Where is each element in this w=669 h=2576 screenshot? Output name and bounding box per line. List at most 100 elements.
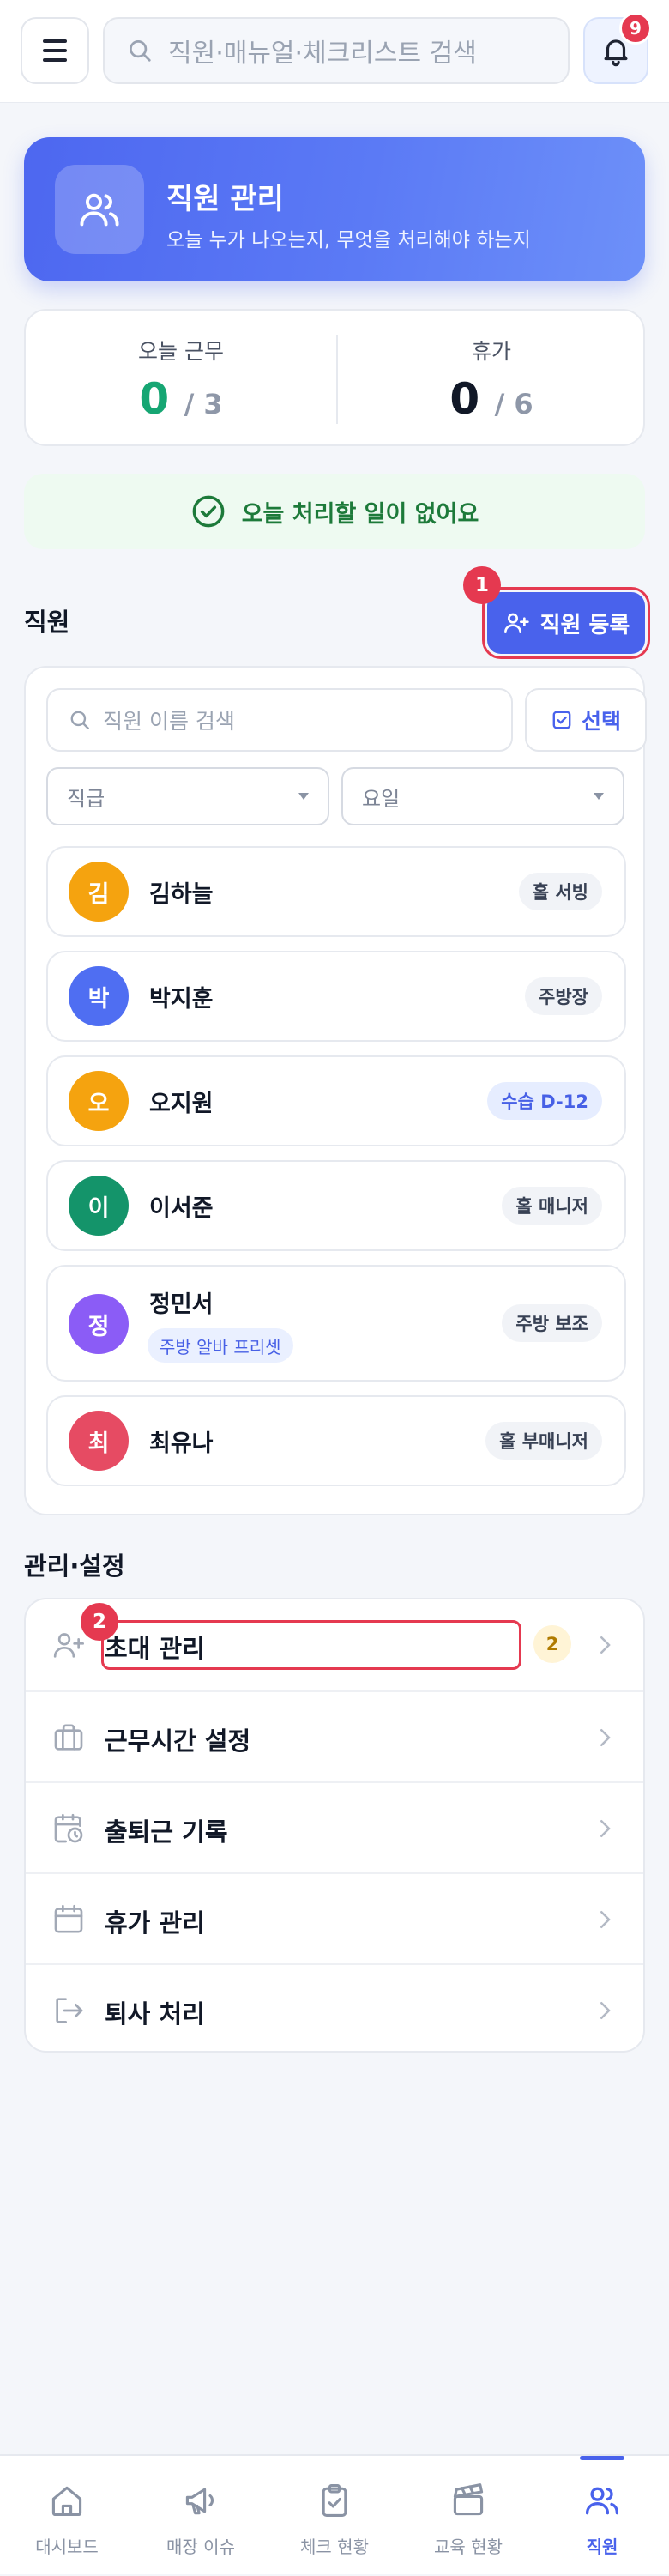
preset-tag: 주방 알바 프리셋 <box>148 1328 293 1363</box>
check-circle-icon <box>192 495 225 528</box>
employee-name: 최유나 <box>149 1430 214 1457</box>
nav-check-status[interactable]: 체크 현황 <box>268 2456 401 2576</box>
menu-label: 휴가 관리 <box>105 1908 205 1938</box>
invite-count-badge: 2 <box>533 1625 571 1663</box>
probation-badge: 수습 D-12 <box>487 1082 602 1120</box>
employee-name: 오지원 <box>149 1091 214 1117</box>
employee-row[interactable]: 김 김하늘 홀 서빙 <box>46 846 626 937</box>
role-badge: 주방 보조 <box>502 1304 602 1342</box>
caret-down-icon <box>298 793 309 800</box>
nav-store-issues[interactable]: 매장 이슈 <box>134 2456 268 2576</box>
megaphone-icon <box>185 2488 214 2515</box>
chevron-right-icon <box>600 1729 611 1746</box>
avatar: 정 <box>69 1294 129 1354</box>
user-plus-icon <box>53 1633 84 1658</box>
day-filter-select[interactable]: 요일 <box>341 767 624 825</box>
clapperboard-icon <box>453 2483 484 2516</box>
notification-badge: 9 <box>619 12 652 45</box>
step-marker-1: 1 <box>463 566 501 604</box>
stat-label: 휴가 <box>471 339 511 364</box>
menu-label: 퇴사 처리 <box>105 1999 205 2029</box>
search-icon <box>130 40 151 62</box>
stat-label: 오늘 근무 <box>138 339 224 364</box>
avatar: 박 <box>69 966 129 1026</box>
role-badge: 홀 서빙 <box>518 873 602 910</box>
staff-list-card: 직원 이름 검색 선택 직급 요일 김 김하늘 홀 서빙 박 박지훈 주방장 오… <box>24 666 647 1515</box>
clipboard-check-icon <box>322 2484 347 2517</box>
select-button[interactable]: 선택 <box>525 688 647 752</box>
role-badge: 주방장 <box>525 977 602 1015</box>
notice-text: 오늘 처리할 일이 없어요 <box>241 500 479 528</box>
role-badge: 홀 부매니저 <box>485 1422 602 1460</box>
add-staff-button[interactable]: 직원 등록 <box>482 587 650 659</box>
chevron-right-icon <box>600 1911 611 1928</box>
caret-down-icon <box>594 793 604 800</box>
employee-name: 박지훈 <box>149 986 214 1013</box>
users-icon <box>585 2487 619 2515</box>
work-hours-settings-item[interactable]: 근무시간 설정 <box>26 1690 643 1781</box>
select-label: 선택 <box>581 709 621 734</box>
employee-name: 이서준 <box>149 1195 214 1222</box>
menu-label: 근무시간 설정 <box>105 1726 251 1756</box>
stat-value: 0 <box>139 374 170 424</box>
employee-row[interactable]: 최 최유나 홀 부매니저 <box>46 1395 626 1486</box>
stat-total: / 6 <box>494 388 533 420</box>
nav-label: 교육 현황 <box>434 2537 503 2557</box>
employee-row[interactable]: 정 정민서 주방 알바 프리셋 주방 보조 <box>46 1265 626 1382</box>
employee-name: 정민서 <box>149 1291 214 1318</box>
employee-row[interactable]: 이 이서준 홀 매니저 <box>46 1160 626 1251</box>
menu-icon <box>43 39 67 43</box>
users-icon <box>55 165 144 254</box>
resignation-item[interactable]: 퇴사 처리 <box>26 1963 643 2051</box>
calendar-icon <box>54 1904 83 1933</box>
employee-row[interactable]: 오 오지원 수습 D-12 <box>46 1055 626 1146</box>
staff-search-placeholder: 직원 이름 검색 <box>103 709 235 734</box>
stat-leave: 휴가 0 / 6 <box>336 311 647 448</box>
attendance-records-item[interactable]: 출퇴근 기록 <box>26 1781 643 1872</box>
menu-label: 출퇴근 기록 <box>105 1817 228 1847</box>
page-subtitle: 오늘 누가 나오는지, 무엇을 처리해야 하는지 <box>166 229 531 251</box>
staff-section-title: 직원 <box>24 608 70 637</box>
avatar: 최 <box>69 1411 129 1471</box>
home-icon <box>51 2486 82 2517</box>
filter-label: 직급 <box>67 786 105 811</box>
briefcase-icon <box>54 1724 83 1751</box>
bottom-navigation: 대시보드 매장 이슈 체크 현황 교육 현황 직원 <box>0 2454 669 2574</box>
filter-label: 요일 <box>362 786 401 811</box>
user-plus-icon <box>503 613 529 633</box>
avatar: 김 <box>69 862 129 922</box>
nav-dashboard[interactable]: 대시보드 <box>0 2456 134 2576</box>
rank-filter-select[interactable]: 직급 <box>46 767 329 825</box>
employee-name: 김하늘 <box>149 881 214 908</box>
menu-label: 초대 관리 <box>105 1634 205 1663</box>
nav-staff[interactable]: 직원 <box>535 2456 669 2576</box>
global-search-placeholder: 직원·매뉴얼·체크리스트 검색 <box>168 39 477 69</box>
employee-row[interactable]: 박 박지훈 주방장 <box>46 951 626 1042</box>
calendar-clock-icon <box>54 1813 83 1843</box>
nav-label: 대시보드 <box>35 2537 99 2557</box>
empty-tasks-notice: 오늘 처리할 일이 없어요 <box>24 474 645 549</box>
nav-label: 직원 <box>586 2537 618 2557</box>
nav-label: 체크 현황 <box>300 2537 369 2557</box>
hero-banner: 직원 관리 오늘 누가 나오는지, 무엇을 처리해야 하는지 <box>24 137 645 281</box>
manage-section-title: 관리·설정 <box>24 1551 125 1581</box>
leave-management-item[interactable]: 휴가 관리 <box>26 1872 643 1963</box>
step-marker-2: 2 <box>81 1603 118 1641</box>
chevron-right-icon <box>600 1636 611 1654</box>
role-badge: 홀 매니저 <box>502 1187 602 1225</box>
stat-total: / 3 <box>184 388 223 420</box>
page-title: 직원 관리 <box>166 182 284 216</box>
manage-settings-card: 초대 관리 2 근무시간 설정 출퇴근 기록 휴가 관리 퇴사 처리 <box>24 1598 645 2053</box>
invite-management-item[interactable]: 초대 관리 2 <box>26 1599 643 1690</box>
add-staff-label: 직원 등록 <box>539 612 630 638</box>
avatar: 이 <box>69 1176 129 1236</box>
staff-name-search-input[interactable]: 직원 이름 검색 <box>46 688 513 752</box>
top-bar: 직원·매뉴얼·체크리스트 검색 9 <box>0 0 669 103</box>
stat-today-work: 오늘 근무 0 / 3 <box>26 311 336 448</box>
avatar: 오 <box>69 1071 129 1131</box>
menu-button[interactable] <box>21 17 89 84</box>
global-search-input[interactable]: 직원·매뉴얼·체크리스트 검색 <box>103 17 570 84</box>
nav-label: 매장 이슈 <box>166 2537 235 2557</box>
nav-training-status[interactable]: 교육 현황 <box>401 2456 535 2576</box>
logout-icon <box>56 1998 83 2023</box>
